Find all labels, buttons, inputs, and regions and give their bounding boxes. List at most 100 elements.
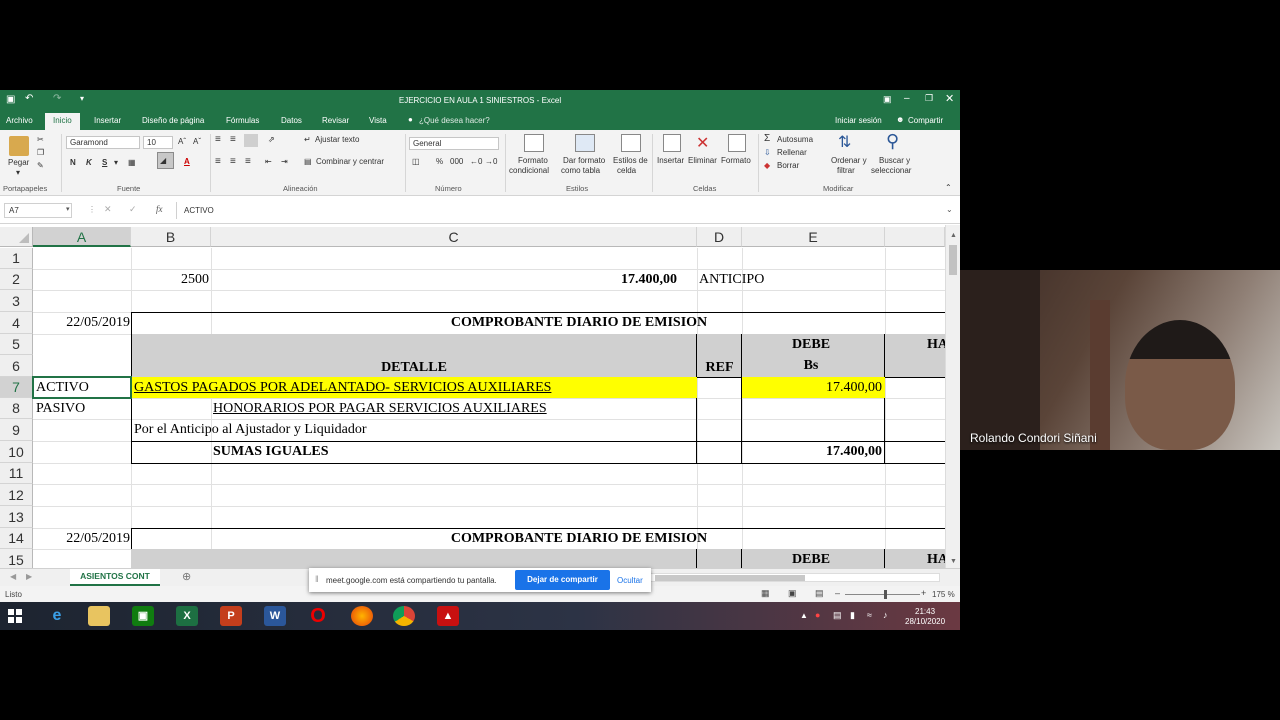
spreadsheet-grid[interactable]: A B C D E 1 2 3 4 5 6 7 8 9 10 11 12 13 … bbox=[0, 225, 960, 570]
sort-filter-label1[interactable]: Ordenar y bbox=[831, 156, 867, 166]
format-cells-button[interactable]: Formato bbox=[721, 156, 751, 166]
align-middle-icon[interactable]: ≡ bbox=[230, 135, 236, 145]
ribbon-display-icon[interactable]: ▣ bbox=[883, 94, 892, 105]
column-header-d[interactable]: D bbox=[697, 227, 742, 247]
cell-e10[interactable]: 17.400,00 bbox=[742, 441, 882, 462]
insert-cells-icon[interactable] bbox=[663, 134, 681, 152]
clock-date[interactable]: 28/10/2020 bbox=[905, 617, 945, 626]
bold-button[interactable]: N bbox=[70, 158, 76, 168]
column-header-a[interactable]: A bbox=[33, 227, 131, 247]
acrobat-icon[interactable]: ▲ bbox=[437, 606, 459, 626]
row-header-1[interactable]: 1 bbox=[0, 248, 33, 269]
cell-e6[interactable]: Bs bbox=[742, 355, 880, 376]
scroll-up-icon[interactable]: ▲ bbox=[950, 231, 957, 239]
vertical-scrollbar[interactable]: ▲ ▼ bbox=[945, 225, 960, 570]
find-select-label1[interactable]: Buscar y bbox=[879, 156, 910, 166]
underline-button[interactable]: S bbox=[102, 158, 107, 168]
cell-a7[interactable]: ACTIVO bbox=[36, 377, 89, 398]
format-table-label1[interactable]: Dar formato bbox=[563, 156, 605, 166]
align-top-icon[interactable]: ≡ bbox=[215, 135, 221, 145]
tray-app-icon[interactable]: ● bbox=[815, 610, 820, 620]
orientation-icon[interactable]: ⇗ bbox=[268, 135, 275, 145]
zoom-slider-thumb[interactable] bbox=[884, 590, 887, 599]
format-table-label2[interactable]: como tabla bbox=[561, 166, 600, 176]
clear-button[interactable]: Borrar bbox=[777, 161, 799, 171]
cell-b2[interactable]: 2500 bbox=[131, 269, 209, 290]
increase-indent-icon[interactable]: ⇥ bbox=[281, 157, 288, 167]
paste-icon[interactable] bbox=[9, 136, 29, 156]
tab-revisar[interactable]: Revisar bbox=[322, 116, 349, 125]
row-header-10[interactable]: 10 bbox=[0, 441, 33, 463]
cell-e15[interactable]: DEBE bbox=[742, 549, 880, 570]
share-button[interactable]: Compartir bbox=[908, 116, 943, 125]
font-color-icon[interactable]: A bbox=[184, 157, 190, 167]
expand-formula-icon[interactable]: ⌄ bbox=[946, 205, 953, 214]
conditional-format-icon[interactable] bbox=[524, 134, 544, 152]
tray-battery-icon[interactable]: ▮ bbox=[850, 610, 855, 621]
firefox-icon[interactable] bbox=[351, 606, 373, 626]
wrap-text-button[interactable]: Ajustar texto bbox=[315, 135, 359, 145]
currency-icon[interactable]: ◫ bbox=[412, 157, 420, 167]
store-icon[interactable]: ▣ bbox=[132, 606, 154, 626]
conditional-format-label1[interactable]: Formato bbox=[518, 156, 548, 166]
close-icon[interactable]: ✕ bbox=[945, 92, 954, 105]
minimize-icon[interactable]: – bbox=[904, 93, 910, 104]
file-explorer-icon[interactable] bbox=[88, 606, 110, 626]
tell-me-input[interactable]: ¿Qué desea hacer? bbox=[419, 116, 490, 125]
column-header-e[interactable]: E bbox=[742, 227, 885, 247]
cell-a14[interactable]: 22/05/2019 bbox=[33, 528, 130, 549]
powerpoint-taskbar-icon[interactable]: P bbox=[220, 606, 242, 626]
autosum-button[interactable]: Autosuma bbox=[777, 135, 813, 145]
cell-b8[interactable]: HONORARIOS POR PAGAR SERVICIOS AUXILIARE… bbox=[213, 398, 547, 419]
tab-diseno[interactable]: Diseño de página bbox=[142, 116, 204, 125]
delete-cells-icon[interactable]: ✕ bbox=[696, 133, 709, 153]
tab-datos[interactable]: Datos bbox=[281, 116, 302, 125]
tab-scroll-right-icon[interactable]: ▶ bbox=[26, 572, 32, 581]
font-size-select[interactable]: 10 bbox=[143, 136, 173, 149]
decrease-indent-icon[interactable]: ⇤ bbox=[265, 157, 272, 167]
find-icon[interactable]: ⚲ bbox=[886, 131, 899, 152]
add-sheet-icon[interactable]: ⊕ bbox=[182, 570, 191, 583]
underline-dropdown-icon[interactable]: ▾ bbox=[114, 158, 118, 168]
shrink-font-icon[interactable]: Aˇ bbox=[193, 137, 201, 147]
cell-styles-label2[interactable]: celda bbox=[617, 166, 636, 176]
page-break-icon[interactable]: ▤ bbox=[815, 588, 824, 599]
fill-button[interactable]: Rellenar bbox=[777, 148, 807, 158]
delete-cells-button[interactable]: Eliminar bbox=[688, 156, 717, 166]
cell-b9[interactable]: Por el Anticipo al Ajustador y Liquidado… bbox=[134, 419, 367, 440]
cell-e5[interactable]: DEBE bbox=[742, 334, 880, 355]
zoom-in-icon[interactable]: + bbox=[921, 588, 926, 598]
tab-inicio[interactable]: Inicio bbox=[45, 113, 80, 130]
row-header-9[interactable]: 9 bbox=[0, 419, 33, 441]
sort-filter-label2[interactable]: filtrar bbox=[837, 166, 855, 176]
format-table-icon[interactable] bbox=[575, 134, 595, 152]
row-header-5[interactable]: 5 bbox=[0, 334, 33, 355]
paste-dropdown-icon[interactable]: ▾ bbox=[16, 168, 20, 178]
scroll-down-icon[interactable]: ▼ bbox=[950, 557, 957, 565]
row-header-7[interactable]: 7 bbox=[0, 377, 33, 398]
name-box[interactable]: A7 bbox=[4, 203, 72, 218]
row-header-15[interactable]: 15 bbox=[0, 549, 33, 570]
row-header-8[interactable]: 8 bbox=[0, 398, 33, 419]
merge-center-button[interactable]: Combinar y centrar bbox=[316, 157, 384, 167]
chrome-icon[interactable] bbox=[393, 606, 415, 626]
horizontal-scrollbar[interactable] bbox=[650, 573, 940, 582]
cell-d6[interactable]: REF bbox=[697, 355, 742, 381]
cell-e7[interactable]: 17.400,00 bbox=[742, 377, 882, 398]
enter-icon[interactable]: ✓ bbox=[129, 204, 137, 215]
cell-b10[interactable]: SUMAS IGUALES bbox=[213, 441, 329, 462]
tab-scroll-left-icon[interactable]: ◀ bbox=[10, 572, 16, 581]
normal-view-icon[interactable]: ▦ bbox=[761, 588, 770, 599]
excel-taskbar-icon[interactable]: X bbox=[176, 606, 198, 626]
tray-volume-icon[interactable]: ♪ bbox=[883, 610, 888, 620]
restore-icon[interactable]: ❐ bbox=[925, 93, 933, 104]
cell-a4[interactable]: 22/05/2019 bbox=[33, 312, 130, 333]
signin-link[interactable]: Iniciar sesión bbox=[835, 116, 882, 125]
fill-bucket-icon[interactable]: ◢ bbox=[160, 156, 166, 166]
hide-button[interactable]: Ocultar bbox=[617, 576, 643, 585]
sort-filter-icon[interactable]: ⇅ bbox=[838, 132, 851, 152]
name-box-dropdown-icon[interactable]: ▾ bbox=[66, 205, 70, 213]
paste-button[interactable]: Pegar bbox=[8, 158, 29, 168]
row-header-4[interactable]: 4 bbox=[0, 312, 33, 334]
column-header-b[interactable]: B bbox=[131, 227, 211, 247]
